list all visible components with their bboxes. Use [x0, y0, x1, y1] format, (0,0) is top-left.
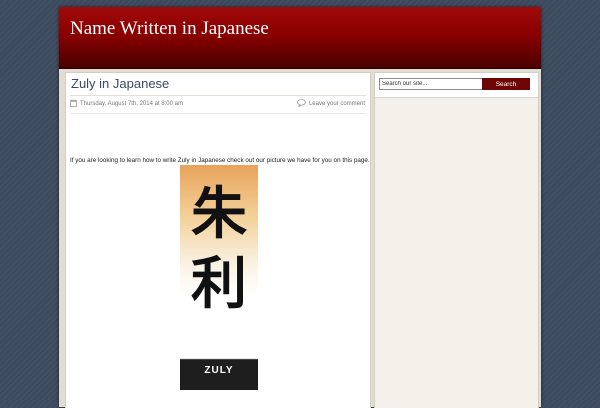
comment-bubble-icon: [297, 99, 306, 109]
kanji-character-bottom: 利: [191, 252, 247, 317]
title-divider: [70, 95, 366, 96]
search-form: Search: [375, 73, 538, 98]
post-date: Thursday, August 7th, 2014 at 8:00 am: [70, 97, 183, 111]
leave-comment-link[interactable]: Leave your comment: [297, 97, 365, 111]
site-title[interactable]: Name Written in Japanese: [70, 18, 269, 40]
search-input[interactable]: [379, 78, 483, 90]
meta-divider: [70, 113, 366, 114]
post-title[interactable]: Zuly in Japanese: [71, 76, 169, 91]
post-date-text: Thursday, August 7th, 2014 at 8:00 am: [80, 101, 183, 107]
main-content: Zuly in Japanese Thursday, August 7th, 2…: [65, 72, 371, 408]
site-header: Name Written in Japanese: [59, 7, 541, 69]
name-label: ZULY: [204, 365, 234, 376]
page-wrapper: Name Written in Japanese Zuly in Japanes…: [59, 7, 541, 408]
kanji-character-top: 朱: [191, 182, 247, 247]
japanese-name-image: 朱 利 ZULY: [180, 165, 258, 390]
sidebar: Search: [374, 72, 539, 408]
leave-comment-text[interactable]: Leave your comment: [309, 101, 365, 107]
calendar-icon: [70, 99, 77, 108]
post-intro: If you are looking to learn how to write…: [70, 157, 370, 164]
search-button[interactable]: Search: [482, 78, 530, 90]
